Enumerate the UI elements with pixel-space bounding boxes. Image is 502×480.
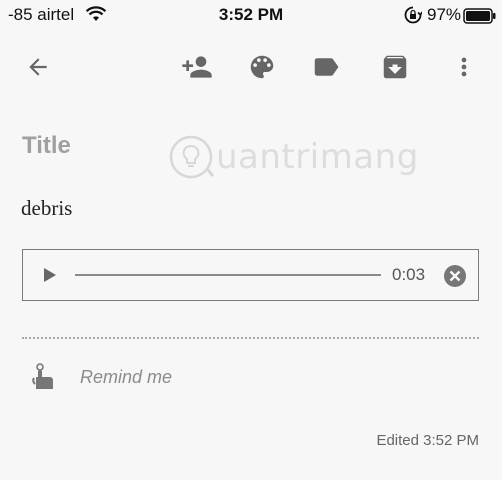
audio-progress-track[interactable] <box>75 274 381 276</box>
change-color-button[interactable] <box>245 50 279 84</box>
archive-button[interactable] <box>378 50 412 84</box>
remove-audio-icon[interactable] <box>443 264 467 288</box>
audio-duration: 0:03 <box>392 265 426 284</box>
label-icon <box>314 58 339 76</box>
battery-percentage: 97% <box>427 5 462 24</box>
rotation-lock-icon <box>404 6 422 24</box>
note-body-text[interactable]: debris <box>21 196 72 221</box>
add-collaborator-button[interactable] <box>180 50 214 84</box>
watermark-logo-icon <box>169 135 214 179</box>
archive-icon <box>383 55 407 79</box>
back-arrow-icon <box>29 58 47 76</box>
watermark: uantrimang <box>168 131 418 183</box>
more-options-button[interactable] <box>447 50 481 84</box>
remind-me-row[interactable]: Remind me <box>22 360 479 396</box>
audio-player: 0:03 <box>22 249 479 301</box>
battery-icon <box>463 8 496 24</box>
note-toolbar <box>0 40 502 92</box>
add-collaborator-icon <box>182 56 212 78</box>
label-button[interactable] <box>309 50 343 84</box>
more-vert-icon <box>461 57 467 77</box>
back-button[interactable] <box>21 50 55 84</box>
reminder-hand-icon <box>32 363 53 389</box>
palette-icon <box>250 55 274 79</box>
watermark-text: uantrimang <box>216 137 419 177</box>
play-icon[interactable] <box>39 265 59 285</box>
edited-timestamp: Edited 3:52 PM <box>376 432 479 449</box>
remind-me-label: Remind me <box>80 367 173 387</box>
dotted-divider <box>22 337 479 339</box>
status-bar: -85 airtel 3:52 PM 97% <box>0 0 502 30</box>
